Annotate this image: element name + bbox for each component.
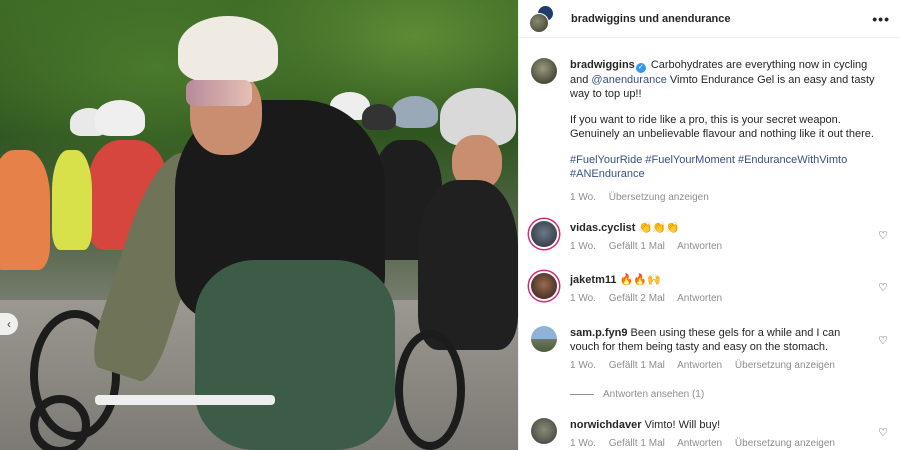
verified-badge-icon: ✓ [635, 63, 646, 73]
comment: sam.p.fyn9 Been using these gels for a w… [531, 326, 890, 373]
timestamp: 1 Wo. [570, 360, 596, 371]
comment-text: 👏👏👏 [638, 222, 680, 234]
translate-link[interactable]: Übersetzung anzeigen [735, 360, 835, 371]
chevron-left-icon: ‹ [7, 317, 11, 331]
rider-helmet [95, 100, 145, 136]
like-count[interactable]: Gefällt 2 Mal [609, 293, 665, 304]
rider-sunglasses [186, 80, 252, 106]
like-count[interactable]: Gefällt 1 Mal [609, 241, 665, 252]
rider-helmet [392, 96, 438, 128]
rider-jersey [52, 150, 92, 250]
timestamp: 1 Wo. [570, 192, 596, 203]
comment: jaketm11 🔥🔥🙌 1 Wo. Gefällt 2 Mal Antwort… [531, 273, 890, 306]
caption-paragraph: If you want to ride like a pro, this is … [570, 114, 874, 140]
post-caption: bradwiggins ✓ Carbohydrates are everythin… [519, 38, 900, 205]
reply-button[interactable]: Antworten [677, 438, 722, 449]
comment-text: 🔥🔥🙌 [619, 274, 661, 286]
avatar[interactable] [531, 58, 557, 84]
comment: norwichdaver Vimto! Will buy! 1 Wo. Gefä… [531, 418, 890, 450]
view-replies-label: Antworten ansehen (1) [603, 389, 705, 400]
caption-meta: 1 Wo. Übersetzung anzeigen [570, 191, 888, 205]
avatar [529, 12, 549, 33]
view-replies-button[interactable]: Antworten ansehen (1) [570, 389, 704, 400]
more-options-icon[interactable]: ••• [872, 11, 890, 27]
collab-avatars[interactable] [529, 4, 554, 33]
bike-wheel [395, 330, 465, 450]
heart-icon[interactable]: ♡ [878, 426, 888, 439]
post-side-panel: bradwiggins und anendurance ••• bradwigg… [518, 0, 900, 450]
reply-button[interactable]: Antworten [677, 360, 722, 371]
bike-wheel [30, 395, 90, 450]
heart-icon[interactable]: ♡ [878, 229, 888, 242]
translate-link[interactable]: Übersetzung anzeigen [735, 438, 835, 449]
avatar[interactable] [531, 273, 557, 299]
comment: vidas.cyclist 👏👏👏 1 Wo. Gefällt 1 Mal An… [531, 221, 890, 254]
rider-jacket [418, 180, 518, 350]
comment-text: Vimto! Will buy! [644, 419, 721, 431]
post-photo[interactable] [0, 0, 518, 450]
like-count[interactable]: Gefällt 1 Mal [609, 360, 665, 371]
rider-tights [195, 260, 395, 450]
avatar[interactable] [531, 326, 557, 352]
caption-username[interactable]: bradwiggins [570, 59, 635, 71]
translate-link[interactable]: Übersetzung anzeigen [609, 192, 709, 203]
comment-username[interactable]: vidas.cyclist [570, 222, 635, 234]
reply-button[interactable]: Antworten [677, 241, 722, 252]
post-authors[interactable]: bradwiggins und anendurance [571, 13, 731, 25]
rider-helmet [178, 16, 278, 82]
comment-username[interactable]: norwichdaver [570, 419, 642, 431]
like-count[interactable]: Gefällt 1 Mal [609, 438, 665, 449]
avatar[interactable] [531, 418, 557, 444]
hashtags[interactable]: #FuelYourRide #FuelYourMoment #Endurance… [570, 153, 888, 181]
mention-link[interactable]: @anendurance [591, 74, 666, 86]
comment-username[interactable]: sam.p.fyn9 [570, 327, 627, 339]
bike-handlebar [95, 395, 275, 405]
timestamp: 1 Wo. [570, 241, 596, 252]
rider-jersey [0, 150, 50, 270]
post-header: bradwiggins und anendurance ••• [519, 0, 900, 38]
reply-button[interactable]: Antworten [677, 293, 722, 304]
avatar[interactable] [531, 221, 557, 247]
heart-icon[interactable]: ♡ [878, 334, 888, 347]
divider [570, 394, 594, 395]
rider-helmet [362, 104, 396, 130]
timestamp: 1 Wo. [570, 438, 596, 449]
timestamp: 1 Wo. [570, 293, 596, 304]
comment-username[interactable]: jaketm11 [570, 274, 616, 286]
heart-icon[interactable]: ♡ [878, 281, 888, 294]
